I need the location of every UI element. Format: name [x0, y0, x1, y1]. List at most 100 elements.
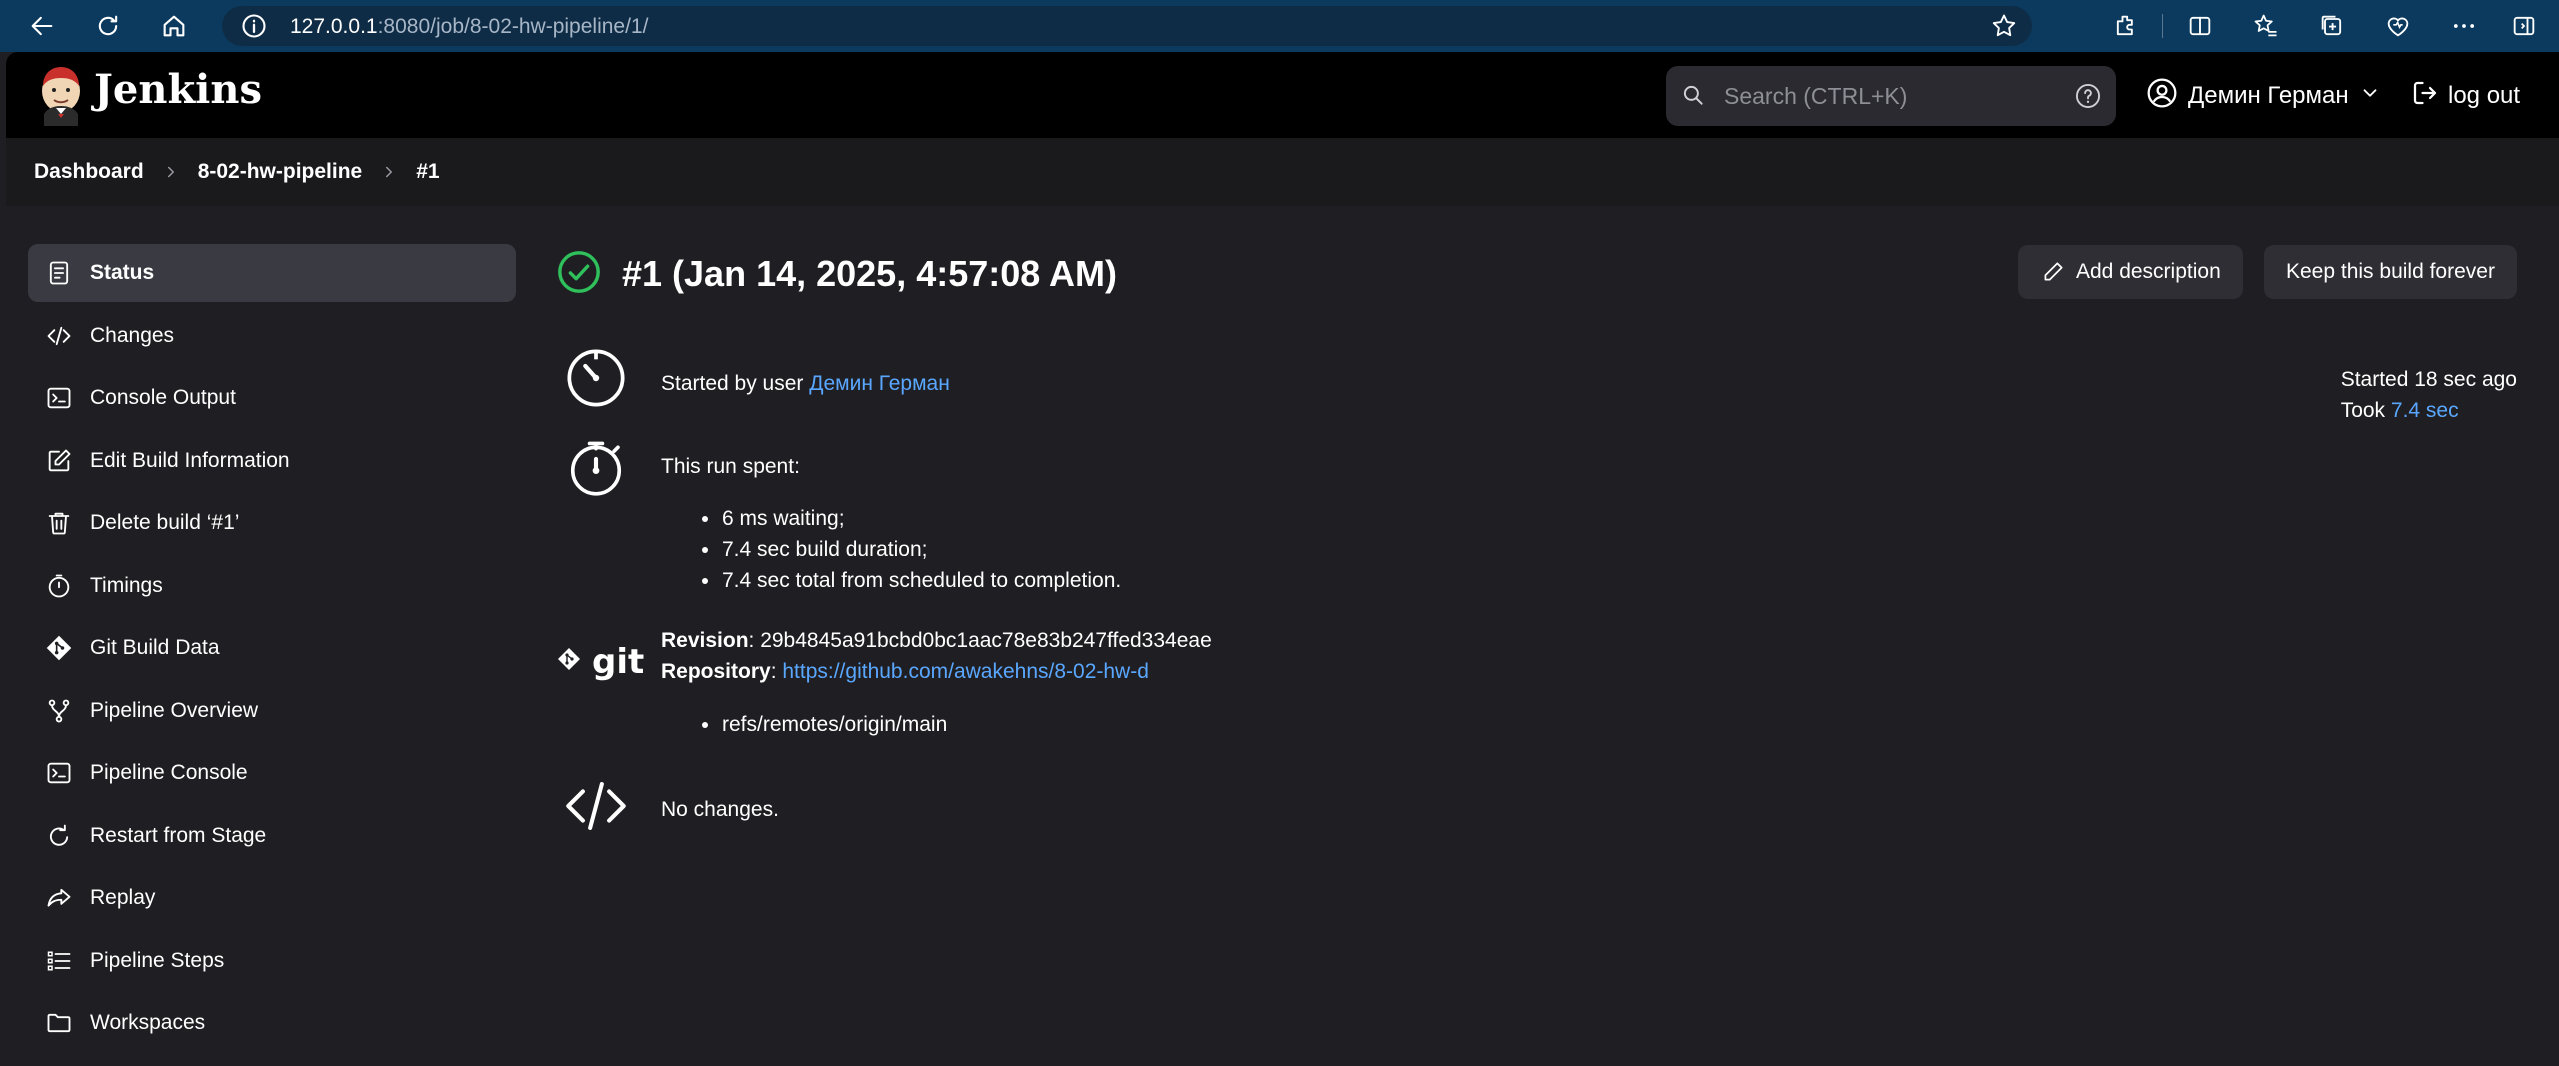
logout-link[interactable]: log out — [2410, 78, 2520, 114]
refs-list: refs/remotes/origin/main — [700, 709, 947, 740]
restart-icon — [44, 821, 74, 851]
extensions-icon[interactable] — [2106, 6, 2146, 46]
sidebar-item-label: Changes — [90, 323, 175, 347]
sidebar-item-label: Git Build Data — [90, 636, 220, 659]
keep-build-forever-button[interactable]: Keep this build forever — [2264, 245, 2517, 299]
stopwatch-icon — [44, 571, 74, 601]
git-logo-label: git — [592, 642, 645, 682]
keep-build-forever-label: Keep this build forever — [2286, 260, 2495, 283]
sidebar-item-delete-build[interactable]: Delete build ‘#1’ — [28, 494, 516, 552]
replay-icon — [44, 883, 74, 913]
chevron-right-icon — [380, 163, 398, 181]
list-icon — [44, 946, 74, 976]
sidebar-item-label: Pipeline Console — [90, 761, 248, 784]
sidebar-item-label: Console Output — [90, 386, 236, 409]
url-path: :8080/job/8-02-hw-pipeline/1/ — [377, 15, 649, 38]
breadcrumb: Dashboard 8-02-hw-pipeline #1 — [6, 138, 2559, 206]
sidebar-item-pipeline-console[interactable]: Pipeline Console — [28, 744, 516, 802]
build-title-row: #1 (Jan 14, 2025, 4:57:08 AM) — [556, 246, 1117, 302]
collections-icon[interactable] — [2312, 6, 2352, 46]
refresh-icon[interactable] — [88, 6, 128, 46]
sidebar-toggle-icon[interactable] — [2504, 6, 2544, 46]
trash-icon — [44, 508, 74, 538]
stopwatch-icon — [560, 432, 632, 504]
sidebar-item-replay[interactable]: Replay — [28, 869, 516, 927]
sidebar-item-status[interactable]: Status — [28, 244, 516, 302]
clock-icon — [560, 342, 632, 414]
sidebar-item-label: Pipeline Overview — [90, 698, 259, 722]
user-menu[interactable]: Демин Герман — [2146, 78, 2381, 114]
user-name: Демин Герман — [2188, 82, 2349, 109]
sidebar-item-label: Status — [90, 261, 155, 284]
home-icon[interactable] — [154, 6, 194, 46]
revision-line: Revision: 29b4845a91bcbd0bc1aac78e83b247… — [661, 629, 1212, 653]
url-text: 127.0.0.1:8080/job/8-02-hw-pipeline/1/ — [290, 15, 648, 39]
sidebar-item-label: Timings — [90, 573, 163, 597]
run-spent-list: 6 ms waiting; 7.4 sec build duration; 7.… — [700, 503, 1121, 596]
took-label: Took — [2340, 399, 2391, 422]
sidebar-item-workspaces[interactable]: Workspaces — [28, 994, 516, 1052]
success-check-icon — [556, 249, 602, 300]
favorite-star-icon[interactable] — [1990, 12, 2018, 45]
sidebar-item-label: Edit Build Information — [90, 448, 290, 472]
sidebar-item-restart-from-stage[interactable]: Restart from Stage — [28, 807, 516, 865]
toolbar-divider — [2162, 14, 2163, 38]
list-item: 7.4 sec build duration; — [700, 534, 1121, 565]
sidebar-item-pipeline-steps[interactable]: Pipeline Steps — [28, 932, 516, 990]
list-item: 6 ms waiting; — [700, 503, 1121, 534]
pencil-icon — [2044, 262, 2063, 281]
sidebar-item-git-build-data[interactable]: Git Build Data — [28, 619, 516, 677]
help-icon[interactable] — [2074, 82, 2102, 115]
sidebar-item-label: Restart from Stage — [90, 823, 267, 847]
sidebar-item-label: Workspaces — [90, 1011, 206, 1034]
sidebar-item-timings[interactable]: Timings — [28, 557, 516, 615]
started-by-user-link[interactable]: Демин Герман — [809, 372, 950, 395]
code-icon — [560, 770, 632, 842]
back-icon[interactable] — [22, 6, 62, 46]
breadcrumb-job[interactable]: 8-02-hw-pipeline — [198, 160, 363, 184]
took-line: Took 7.4 sec — [2341, 395, 2517, 426]
chevron-down-icon — [2359, 82, 2381, 111]
sidebar-item-changes[interactable]: Changes — [28, 307, 516, 365]
branch-icon — [44, 696, 74, 726]
repository-link[interactable]: https://github.com/awakehns/8-02-hw-d — [782, 660, 1149, 683]
folder-icon — [44, 1008, 74, 1038]
sidebar-item-pipeline-overview[interactable]: Pipeline Overview — [28, 682, 516, 740]
edit-icon — [44, 446, 74, 476]
user-avatar-icon — [2146, 77, 2178, 116]
sidebar-item-edit-build-information[interactable]: Edit Build Information — [28, 432, 516, 490]
sidebar-item-label: Replay — [90, 886, 156, 909]
add-description-label: Add description — [2076, 260, 2221, 283]
search-box[interactable] — [1666, 66, 2116, 126]
no-changes-text: No changes. — [661, 798, 779, 821]
breadcrumb-dashboard[interactable]: Dashboard — [34, 160, 144, 184]
page-title: #1 (Jan 14, 2025, 4:57:08 AM) — [622, 253, 1117, 294]
repository-label: Repository — [661, 660, 771, 683]
sidebar-item-console-output[interactable]: Console Output — [28, 369, 516, 427]
browser-essentials-icon[interactable] — [2378, 6, 2418, 46]
chevron-right-icon — [162, 163, 180, 181]
add-description-button[interactable]: Add description — [2018, 245, 2243, 299]
address-bar[interactable]: 127.0.0.1:8080/job/8-02-hw-pipeline/1/ — [222, 6, 2032, 46]
code-icon — [44, 321, 74, 351]
revision-value: : 29b4845a91bcbd0bc1aac78e83b247ffed334e… — [748, 629, 1212, 652]
status-icon — [44, 258, 74, 288]
took-duration-link[interactable]: 7.4 sec — [2391, 399, 2459, 422]
breadcrumb-build[interactable]: #1 — [416, 160, 439, 184]
jenkins-logo-icon[interactable] — [34, 64, 88, 126]
site-info-icon[interactable] — [240, 12, 268, 45]
more-options-icon[interactable] — [2444, 6, 2484, 46]
search-input[interactable] — [1722, 78, 2046, 114]
list-item: refs/remotes/origin/main — [700, 709, 947, 740]
sidebar: Status Changes Console Output Edit Build… — [28, 244, 516, 1057]
started-ago: Started 18 sec ago — [2340, 368, 2517, 391]
split-screen-icon[interactable] — [2180, 6, 2220, 46]
started-by-prefix: Started by user — [661, 372, 810, 395]
sidebar-item-label: Pipeline Steps — [90, 948, 225, 972]
logout-label: log out — [2448, 82, 2521, 109]
favorites-icon[interactable] — [2246, 6, 2286, 46]
jenkins-brand[interactable]: Jenkins — [94, 66, 262, 113]
search-icon — [1680, 82, 1706, 113]
started-by-text: Started by user Демин Герман — [661, 372, 950, 396]
browser-toolbar: 127.0.0.1:8080/job/8-02-hw-pipeline/1/ — [0, 0, 2559, 52]
